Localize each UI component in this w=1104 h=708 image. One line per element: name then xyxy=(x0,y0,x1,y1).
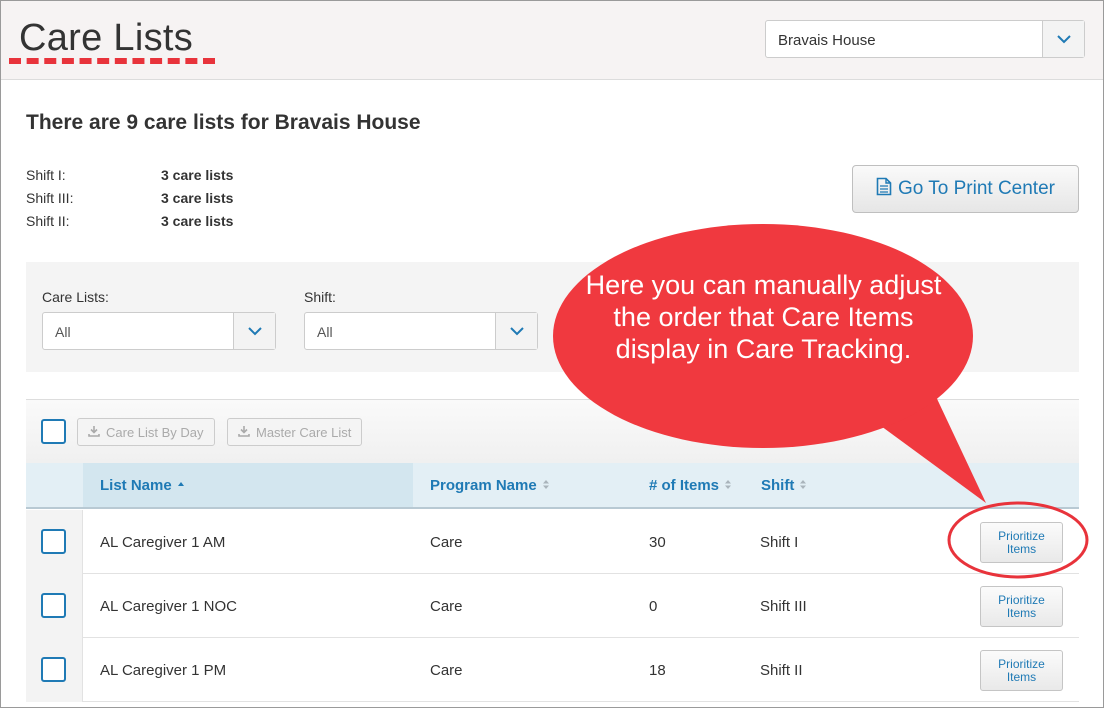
chevron-down-icon[interactable] xyxy=(1042,21,1084,57)
prioritize-items-line1: Prioritize xyxy=(998,656,1045,671)
download-icon xyxy=(88,425,100,440)
table-header: List Name Program Name # of Items Shift xyxy=(26,463,1079,509)
prioritize-items-line2: Items xyxy=(1006,669,1037,684)
care-lists-window: Care Lists Bravais House There are 9 car… xyxy=(0,0,1104,708)
facility-select-value: Bravais House xyxy=(778,32,876,49)
prioritize-items-line1: Prioritize xyxy=(998,592,1045,607)
item-count-cell: 30 xyxy=(649,534,666,551)
row-checkbox[interactable] xyxy=(41,593,66,618)
column-header-program-name[interactable]: Program Name xyxy=(430,463,550,507)
row-checkbox-cell xyxy=(26,638,83,702)
document-icon xyxy=(876,177,892,202)
column-header-label: # of Items xyxy=(649,476,720,494)
list-name-cell: AL Caregiver 1 AM xyxy=(100,534,226,551)
row-checkbox[interactable] xyxy=(41,529,66,554)
column-header-label: Shift xyxy=(761,476,795,494)
sort-icon xyxy=(542,477,550,494)
shift-summary-row: Shift II: 3 care lists xyxy=(26,213,233,236)
table-row: AL Caregiver 1 NOC Care 0 Shift III Prio… xyxy=(26,574,1079,638)
table-row: AL Caregiver 1 PM Care 18 Shift II Prior… xyxy=(26,638,1079,702)
shift-filter-value: All xyxy=(317,324,333,340)
shift-summary-label: Shift III: xyxy=(26,190,74,206)
column-header-shift[interactable]: Shift xyxy=(761,463,807,507)
program-name-cell: Care xyxy=(430,662,463,679)
list-name-cell: AL Caregiver 1 PM xyxy=(100,662,227,679)
prioritize-items-line1: Prioritize xyxy=(998,528,1045,543)
row-checkbox[interactable] xyxy=(41,657,66,682)
row-checkbox-cell xyxy=(26,510,83,574)
item-count-cell: 18 xyxy=(649,662,666,679)
shift-summary-count: 3 care lists xyxy=(161,190,234,206)
shift-summary-row: Shift I: 3 care lists xyxy=(26,167,233,190)
care-list-by-day-label: Care List By Day xyxy=(106,424,204,440)
summary-title: There are 9 care lists for Bravais House xyxy=(26,111,421,134)
go-to-print-center-button[interactable]: Go To Print Center xyxy=(852,165,1079,213)
table-toolbar: Care List By Day Master Care List xyxy=(26,399,1079,463)
list-name-cell: AL Caregiver 1 NOC xyxy=(100,598,237,615)
shift-summary: Shift I: 3 care lists Shift III: 3 care … xyxy=(26,167,233,236)
shift-cell: Shift II xyxy=(760,662,803,679)
page-header: Care Lists Bravais House xyxy=(1,1,1103,80)
program-name-cell: Care xyxy=(430,534,463,551)
page-title: Care Lists xyxy=(19,17,194,59)
care-lists-filter-select[interactable]: All xyxy=(42,312,276,350)
shift-cell: Shift III xyxy=(760,598,807,615)
callout-text: Here you can manually adjust the order t… xyxy=(585,270,942,364)
table-row: AL Caregiver 1 AM Care 30 Shift I Priori… xyxy=(26,510,1079,574)
shift-summary-count: 3 care lists xyxy=(161,213,234,229)
shift-filter-select[interactable]: All xyxy=(304,312,538,350)
shift-summary-label: Shift II: xyxy=(26,213,70,229)
shift-cell: Shift I xyxy=(760,534,799,551)
program-name-cell: Care xyxy=(430,598,463,615)
master-care-list-label: Master Care List xyxy=(256,424,352,440)
chevron-down-icon[interactable] xyxy=(495,313,537,349)
sort-ascending-icon xyxy=(177,477,185,494)
shift-summary-label: Shift I: xyxy=(26,167,66,183)
prioritize-items-button[interactable]: Prioritize Items xyxy=(980,586,1063,627)
prioritize-items-line2: Items xyxy=(1006,605,1037,620)
master-care-list-button[interactable]: Master Care List xyxy=(227,418,363,446)
shift-summary-count: 3 care lists xyxy=(161,167,234,183)
care-lists-filter-value: All xyxy=(55,324,71,340)
item-count-cell: 0 xyxy=(649,598,658,615)
care-lists-filter-label: Care Lists: xyxy=(42,289,109,305)
prioritize-items-line2: Items xyxy=(1006,541,1037,556)
care-list-by-day-button[interactable]: Care List By Day xyxy=(77,418,215,446)
download-icon xyxy=(238,425,250,440)
shift-filter-label: Shift: xyxy=(304,289,336,305)
sort-icon xyxy=(724,477,732,494)
facility-select[interactable]: Bravais House xyxy=(765,20,1085,58)
title-underline-annotation xyxy=(9,58,215,64)
select-all-checkbox[interactable] xyxy=(41,419,66,444)
column-header-label: Program Name xyxy=(430,476,537,494)
prioritize-items-button[interactable]: Prioritize Items xyxy=(980,522,1063,563)
column-header-label: List Name xyxy=(100,476,172,494)
print-center-label: Go To Print Center xyxy=(897,178,1055,199)
row-checkbox-cell xyxy=(26,574,83,638)
column-header-list-name[interactable]: List Name xyxy=(83,463,413,507)
prioritize-items-button[interactable]: Prioritize Items xyxy=(980,650,1063,691)
chevron-down-icon[interactable] xyxy=(233,313,275,349)
shift-summary-row: Shift III: 3 care lists xyxy=(26,190,233,213)
sort-icon xyxy=(799,477,807,494)
column-header-item-count[interactable]: # of Items xyxy=(649,463,732,507)
